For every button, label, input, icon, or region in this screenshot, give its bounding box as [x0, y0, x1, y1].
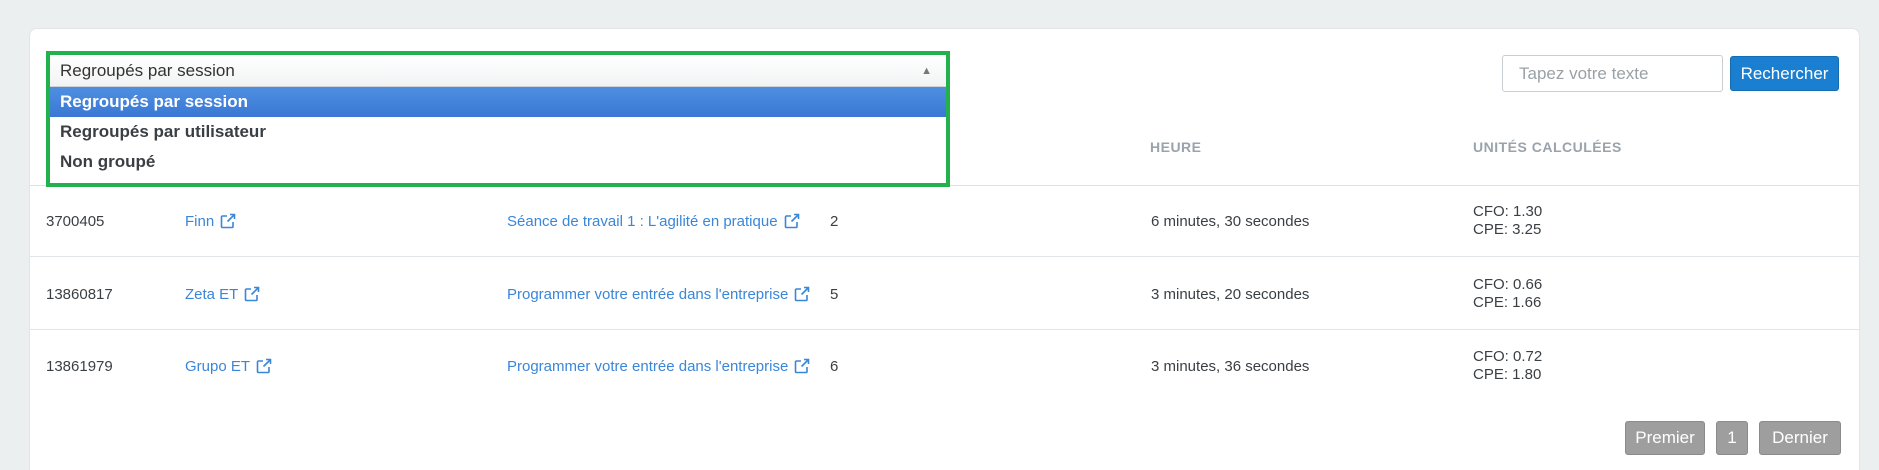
group-by-selected-value: Regroupés par session [60, 60, 235, 80]
table-row: 13860817 Zeta ET Programmer votre entrée… [30, 258, 1859, 330]
cell-id: 13861979 [46, 357, 113, 375]
external-link-icon [256, 358, 272, 374]
cell-count: 5 [830, 285, 839, 303]
user-link[interactable]: Zeta ET [185, 258, 260, 330]
cell-id: 13860817 [46, 285, 113, 303]
units-cfo: CFO: 0.66 [1473, 276, 1543, 293]
group-by-select[interactable]: Regroupés par session ▲ [50, 55, 946, 87]
session-link-label: Séance de travail 1 : L'agilité en prati… [507, 212, 778, 230]
user-link-label: Zeta ET [185, 285, 239, 303]
session-link-label: Programmer votre entrée dans l'entrepris… [507, 285, 789, 303]
external-link-icon [220, 213, 236, 229]
user-link[interactable]: Grupo ET [185, 330, 272, 402]
group-by-options: Regroupés par session Regroupés par util… [50, 87, 946, 177]
units-cpe: CPE: 1.80 [1473, 366, 1542, 383]
cell-units: CFO: 0.72 CPE: 1.80 [1473, 330, 1542, 402]
cell-id: 3700405 [46, 212, 105, 230]
units-cpe: CPE: 1.66 [1473, 294, 1542, 311]
user-link[interactable]: Finn [185, 185, 236, 257]
option-grouped-by-user[interactable]: Regroupés par utilisateur [50, 117, 946, 147]
column-header-time[interactable]: HEURE [1150, 139, 1202, 155]
external-link-icon [784, 213, 799, 229]
cell-units: CFO: 1.30 CPE: 3.25 [1473, 185, 1542, 257]
pagination-last-button[interactable]: Dernier [1759, 421, 1841, 455]
session-link[interactable]: Programmer votre entrée dans l'entrepris… [507, 258, 810, 330]
cell-time: 3 minutes, 36 secondes [1151, 357, 1310, 375]
external-link-icon [245, 286, 260, 302]
session-link[interactable]: Programmer votre entrée dans l'entrepris… [507, 330, 810, 402]
option-grouped-by-session[interactable]: Regroupés par session [50, 87, 946, 117]
option-ungrouped[interactable]: Non groupé [50, 147, 946, 177]
cell-units: CFO: 0.66 CPE: 1.66 [1473, 258, 1542, 330]
external-link-icon [795, 358, 810, 374]
cell-count: 2 [830, 212, 839, 230]
triangle-up-icon: ▲ [921, 64, 932, 77]
search-input[interactable] [1502, 55, 1723, 92]
cell-time: 6 minutes, 30 secondes [1151, 212, 1310, 230]
group-by-dropdown[interactable]: Regroupés par session ▲ Regroupés par se… [46, 51, 950, 187]
external-link-icon [795, 286, 810, 302]
units-cpe: CPE: 3.25 [1473, 221, 1542, 238]
pagination-page-1[interactable]: 1 [1716, 421, 1748, 455]
column-header-units[interactable]: UNITÉS CALCULÉES [1473, 139, 1622, 155]
cell-count: 6 [830, 357, 839, 375]
user-link-label: Finn [185, 212, 215, 230]
session-link-label: Programmer votre entrée dans l'entrepris… [507, 357, 789, 375]
search-button[interactable]: Rechercher [1730, 56, 1839, 91]
table-row: 3700405 Finn Séance de travail 1 : L'agi… [30, 185, 1859, 257]
cell-time: 3 minutes, 20 secondes [1151, 285, 1310, 303]
user-link-label: Grupo ET [185, 357, 251, 375]
session-link[interactable]: Séance de travail 1 : L'agilité en prati… [507, 185, 800, 257]
table-row: 13861979 Grupo ET Programmer votre entré… [30, 330, 1859, 402]
units-cfo: CFO: 0.72 [1473, 348, 1543, 365]
pagination-first-button[interactable]: Premier [1625, 421, 1705, 455]
units-cfo: CFO: 1.30 [1473, 203, 1543, 220]
